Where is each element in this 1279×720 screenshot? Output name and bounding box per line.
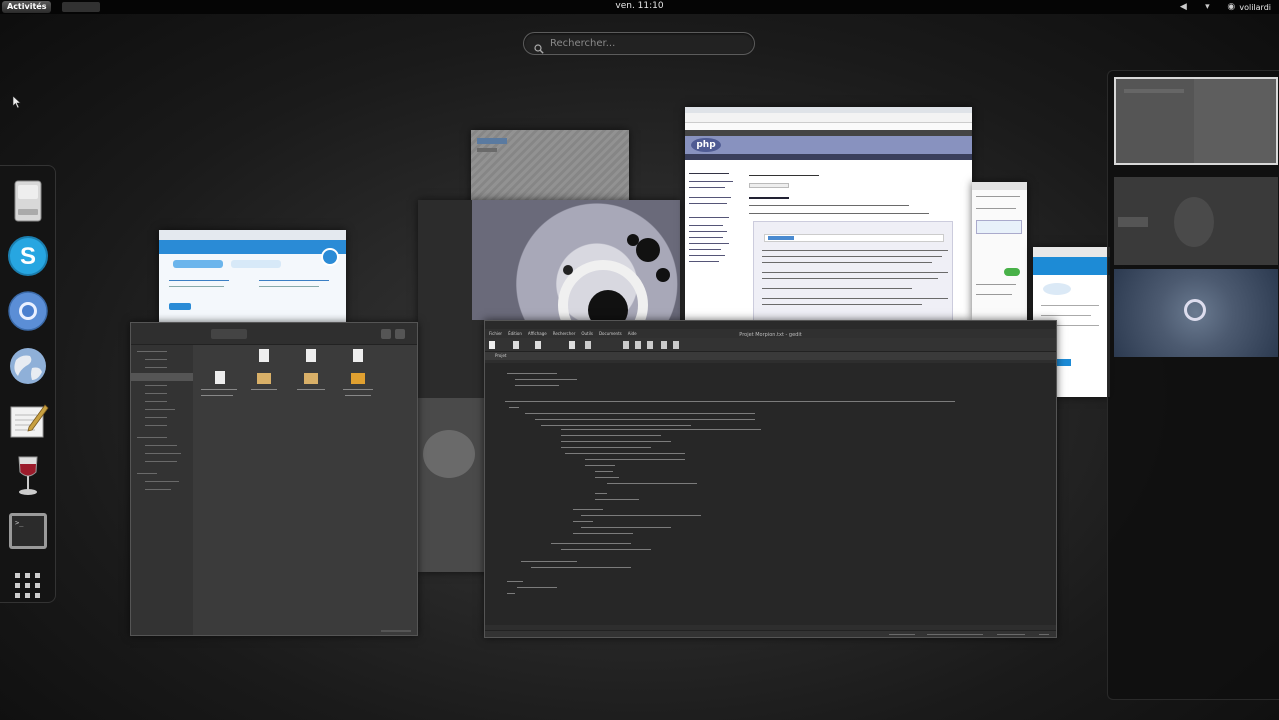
drive-icon [14, 180, 42, 221]
user-name: volilardi [1239, 2, 1271, 12]
volume-icon[interactable]: ◀ [1178, 2, 1188, 12]
menu-search[interactable]: Rechercher [553, 329, 576, 338]
file-icon[interactable] [259, 349, 269, 362]
search-input[interactable] [550, 38, 740, 49]
folder-icon[interactable] [257, 373, 271, 384]
new-document-icon[interactable] [489, 341, 495, 349]
menu-file[interactable]: Fichier [489, 329, 502, 338]
user-icon: ◉ [1227, 2, 1236, 12]
editor-toolbar [485, 338, 1056, 352]
workspace-switcher [1107, 70, 1279, 700]
menu-edit[interactable]: Édition [508, 329, 522, 338]
workspace-1[interactable] [1114, 77, 1278, 165]
menu-tools[interactable]: Outils [581, 329, 593, 338]
folder-icon[interactable] [351, 373, 365, 384]
dash-item-skype[interactable]: S [0, 228, 56, 283]
terminal-icon: >_ [9, 512, 47, 549]
splash-art [558, 234, 670, 330]
file-icon[interactable] [306, 349, 316, 362]
search-icon [534, 39, 544, 54]
clock[interactable]: ven. 11:10 [0, 1, 1279, 11]
dash: S >_ [0, 165, 56, 603]
window-thumbnail-text-editor[interactable]: Projet Morpion.txt - gedit Fichier Éditi… [484, 320, 1057, 638]
window-thumbnail-skype[interactable] [159, 230, 346, 322]
search-bar[interactable] [523, 32, 755, 55]
editor-tab[interactable]: Projet [495, 352, 507, 360]
window-thumbnail-chat[interactable] [972, 182, 1027, 320]
system-tray: ◀ ▾ ◉ volilardi [1178, 0, 1279, 14]
svg-text:>_: >_ [15, 519, 24, 527]
dash-item-files[interactable] [0, 173, 56, 228]
open-icon[interactable] [513, 341, 519, 349]
replace-icon[interactable] [673, 341, 679, 349]
file-icon[interactable] [353, 349, 363, 362]
dash-item-text-editor[interactable] [0, 393, 56, 448]
undo-icon[interactable] [585, 341, 591, 349]
workspace-3[interactable] [1114, 269, 1278, 357]
dash-item-terminal[interactable]: >_ [0, 503, 56, 558]
find-icon[interactable] [661, 341, 667, 349]
menu-view[interactable]: Affichage [528, 329, 547, 338]
window-thumbnail-browser[interactable]: php [685, 107, 972, 322]
save-icon[interactable] [535, 341, 541, 349]
paste-icon[interactable] [647, 341, 653, 349]
dash-item-chromium[interactable] [0, 283, 56, 338]
network-icon[interactable]: ▾ [1202, 2, 1212, 12]
chromium-icon [8, 290, 48, 331]
copy-icon[interactable] [635, 341, 641, 349]
menu-documents[interactable]: Documents [599, 329, 622, 338]
dash-item-wine[interactable] [0, 448, 56, 503]
file-icon[interactable] [215, 371, 225, 384]
top-bar: Activités ven. 11:10 ◀ ▾ ◉ volilardi [0, 0, 1279, 14]
wine-glass-icon [18, 456, 38, 495]
grid-icon [15, 572, 40, 598]
show-applications-button[interactable] [0, 558, 56, 613]
skype-icon: S [8, 235, 48, 276]
status-bar [485, 630, 1056, 637]
text-editor-icon [10, 403, 49, 437]
mouse-pointer-icon [12, 95, 22, 109]
dash-item-web-browser[interactable] [0, 338, 56, 393]
code-area[interactable] [485, 363, 1056, 625]
folder-icon[interactable] [304, 373, 318, 384]
print-icon[interactable] [569, 341, 575, 349]
menu-help[interactable]: Aide [628, 329, 637, 338]
globe-icon [10, 347, 46, 384]
window-thumbnail-file-manager[interactable] [130, 322, 418, 636]
workspace-2[interactable] [1114, 177, 1278, 265]
svg-text:S: S [20, 243, 36, 270]
php-logo: php [691, 138, 721, 152]
user-menu[interactable]: ◉ volilardi [1226, 2, 1271, 12]
cut-icon[interactable] [623, 341, 629, 349]
